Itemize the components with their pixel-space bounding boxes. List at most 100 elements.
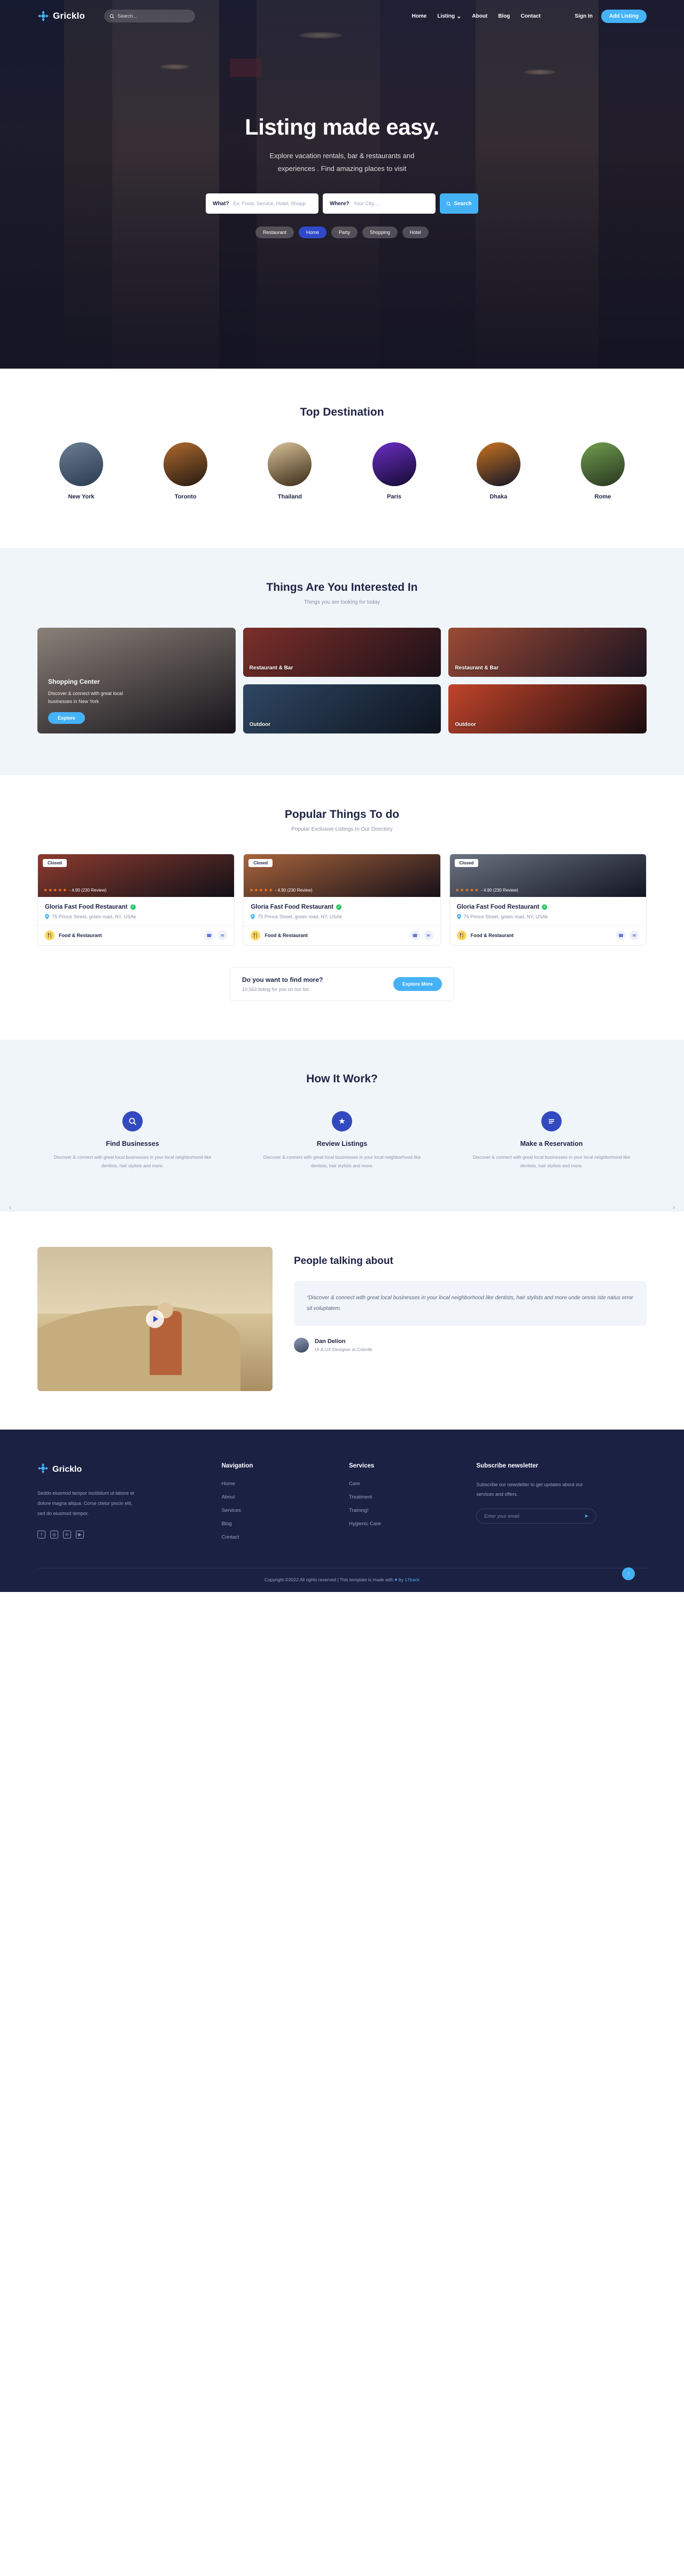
- listing-name: Gloria Fast Food Restaurant: [251, 904, 333, 910]
- facebook-icon[interactable]: f: [37, 1531, 45, 1539]
- hero-subtitle-line2: experiences . Find amazing places to vis…: [277, 165, 407, 173]
- destination-thumbnail: [580, 442, 625, 486]
- explore-more-button[interactable]: Explore More: [393, 977, 442, 991]
- nav-item-blog[interactable]: Blog: [498, 13, 510, 19]
- top-destination-section: Top Destination New York Toronto Thailand P…: [0, 369, 684, 548]
- youtube-icon[interactable]: ▶: [76, 1531, 84, 1539]
- nav-search-input[interactable]: Search...: [104, 10, 195, 22]
- listing-body: Gloria Fast Food Restaurant ✓ 75 Prince St…: [38, 897, 234, 925]
- social-links: f ◎ in ▶: [37, 1531, 208, 1539]
- interested-grid: Restaurant & Bar Shopping Center Discove…: [37, 628, 647, 733]
- listing-image: Closed ★★★★★ - 4.90 (230 Review): [449, 854, 646, 897]
- hero-search-button[interactable]: Search: [440, 193, 478, 214]
- nav-item-listing[interactable]: Listing ⌄: [437, 13, 461, 20]
- listing-image: Closed ★★★★★ - 4.90 (230 Review): [38, 854, 235, 897]
- destination-item[interactable]: New York: [48, 442, 114, 500]
- interest-card-outdoor-1[interactable]: Outdoor: [243, 684, 441, 733]
- carousel-prev-arrow[interactable]: ‹: [4, 1201, 16, 1213]
- carousel-next-arrow[interactable]: ›: [668, 1201, 680, 1213]
- pill-restaurant[interactable]: Restaurant: [255, 227, 294, 239]
- person-role: UI & UX Designer at Colorlib: [315, 1347, 372, 1353]
- search-icon: [122, 1111, 143, 1131]
- pill-home[interactable]: Home: [298, 227, 327, 239]
- copyright-brand[interactable]: 17track: [405, 1577, 419, 1582]
- where-field[interactable]: Where? Your City....: [323, 193, 436, 214]
- star-icon: [332, 1111, 352, 1131]
- how-it-work-section: How It Work? Find Businesses Discover & …: [0, 1040, 684, 1212]
- newsletter-email-input[interactable]: [484, 1513, 584, 1519]
- mail-icon[interactable]: ✉: [423, 931, 433, 940]
- pill-party[interactable]: Party: [331, 227, 357, 239]
- hero-search-bar: What? Ex: Food, Service, Hotel, Shopp Wh…: [206, 193, 478, 214]
- footer-brand-column: Gricklo Seddo eiusmod tempor incididunt …: [37, 1463, 208, 1540]
- step-text: Discover & connect with great local busi…: [263, 1154, 421, 1168]
- footer-service-link[interactable]: Care: [349, 1481, 462, 1487]
- where-label: Where?: [330, 200, 349, 207]
- interest-card-restaurant-bar-1[interactable]: Restaurant & Bar: [243, 628, 441, 677]
- footer-nav-link[interactable]: Blog: [222, 1521, 335, 1527]
- listing-category: Food & Restaurant: [265, 933, 308, 938]
- nav-item-about[interactable]: About: [472, 13, 487, 19]
- rating: ★★★★★ - 4.90 (230 Review): [455, 887, 518, 893]
- destination-name: Thailand: [277, 494, 302, 500]
- how-it-work-steps: Find Businesses Discover & connect with …: [37, 1111, 647, 1170]
- phone-icon[interactable]: ☎: [410, 931, 420, 940]
- feature-explore-button[interactable]: Explore: [48, 712, 86, 724]
- phone-icon[interactable]: ☎: [204, 931, 214, 940]
- category-pills: Restaurant Home Party Shopping Hotel: [0, 227, 684, 239]
- listing-address: 75 Prince Street, green road, NY, USAk: [45, 914, 227, 919]
- what-field[interactable]: What? Ex: Food, Service, Hotel, Shopp: [206, 193, 318, 214]
- destination-item[interactable]: Toronto: [152, 442, 219, 500]
- mail-icon[interactable]: ✉: [217, 931, 228, 940]
- send-icon[interactable]: ➤: [584, 1513, 588, 1519]
- footer-service-link[interactable]: Training!: [349, 1508, 462, 1513]
- nav-item-home[interactable]: Home: [412, 13, 427, 19]
- destination-list: New York Toronto Thailand Paris Dhaka Rome: [37, 442, 647, 500]
- listing-footer: Food & Restaurant ☎ ✉: [449, 925, 646, 945]
- play-button[interactable]: [146, 1310, 164, 1329]
- footer-service-link[interactable]: Treatment: [349, 1494, 462, 1500]
- interest-card-shopping-center[interactable]: Shopping Center Discover & connect with …: [37, 628, 236, 733]
- listing-card[interactable]: Closed ★★★★★ - 4.90 (230 Review) Gloria Fas…: [37, 854, 235, 946]
- listing-title: Gloria Fast Food Restaurant ✓: [251, 904, 433, 910]
- footer-nav-link[interactable]: About: [222, 1494, 335, 1500]
- nav-item-contact[interactable]: Contact: [520, 13, 540, 19]
- interest-card-caption: Restaurant & Bar: [249, 665, 293, 671]
- listing-card[interactable]: Closed ★★★★★ - 4.90 (230 Review) Gloria Fas…: [243, 854, 441, 946]
- find-more-title: Do you want to find more?: [242, 976, 323, 983]
- phone-icon[interactable]: ☎: [616, 931, 626, 940]
- listing-name: Gloria Fast Food Restaurant: [456, 904, 540, 910]
- pill-shopping[interactable]: Shopping: [362, 227, 398, 239]
- listing-card[interactable]: Closed ★★★★★ - 4.90 (230 Review) Gloria Fas…: [449, 854, 647, 946]
- footer-nav-link[interactable]: Services: [222, 1508, 335, 1513]
- hero-title: Listing made easy.: [245, 114, 439, 139]
- nav-label: Blog: [498, 13, 510, 19]
- destination-name: Rome: [594, 494, 611, 500]
- step-make-a-reservation: Make a Reservation Discover & connect wi…: [456, 1111, 647, 1170]
- footer-service-link[interactable]: Hygienic Care: [349, 1521, 462, 1527]
- destination-item[interactable]: Dhaka: [465, 442, 532, 500]
- interest-card-restaurant-bar-2[interactable]: Restaurant & Bar: [448, 628, 647, 677]
- destination-item[interactable]: Thailand: [256, 442, 323, 500]
- newsletter-form[interactable]: ➤: [476, 1509, 597, 1524]
- linkedin-icon[interactable]: in: [63, 1531, 71, 1539]
- site-footer: Gricklo Seddo eiusmod tempor incididunt …: [0, 1430, 684, 1593]
- footer-nav-link[interactable]: Home: [222, 1481, 335, 1487]
- interest-card-outdoor-2[interactable]: Outdoor: [448, 684, 647, 733]
- hero-subtitle-line1: Explore vacation rentals, bar & restaura…: [269, 152, 415, 160]
- instagram-icon[interactable]: ◎: [50, 1531, 58, 1539]
- footer-nav-link[interactable]: Contact: [222, 1534, 335, 1540]
- destination-item[interactable]: Paris: [361, 442, 428, 500]
- pill-hotel[interactable]: Hotel: [402, 227, 429, 239]
- destinations-title: Top Destination: [300, 406, 384, 418]
- footer-logo[interactable]: Gricklo: [37, 1463, 208, 1477]
- listing-actions: ☎ ✉: [204, 931, 228, 940]
- mail-icon[interactable]: ✉: [629, 931, 639, 940]
- testimonial-video[interactable]: [37, 1247, 273, 1392]
- add-listing-button[interactable]: Add Listing: [601, 9, 647, 23]
- destination-item[interactable]: Rome: [570, 442, 636, 500]
- listing-title: Gloria Fast Food Restaurant ✓: [45, 904, 227, 910]
- sign-in-link[interactable]: Sign In: [575, 13, 593, 19]
- logo[interactable]: Gricklo: [37, 10, 85, 22]
- listing-actions: ☎ ✉: [410, 931, 433, 940]
